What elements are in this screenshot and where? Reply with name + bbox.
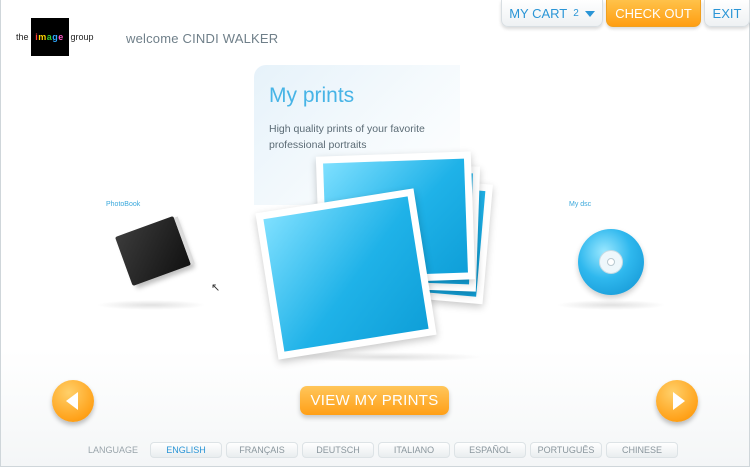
- my-disc-label[interactable]: My dsc: [569, 201, 591, 208]
- print-photo: [255, 188, 437, 360]
- language-option-english[interactable]: ENGLISH: [150, 442, 222, 458]
- cart-count: 2: [573, 7, 579, 19]
- view-my-prints-button[interactable]: VIEW MY PRINTS: [300, 386, 449, 415]
- language-option-deutsch[interactable]: DEUTSCH: [302, 442, 374, 458]
- my-cart-button[interactable]: MY CART 2: [501, 0, 603, 27]
- disc-shadow: [556, 300, 666, 310]
- photobook-shadow: [96, 300, 206, 310]
- logo-letter: m: [38, 32, 47, 42]
- language-option-espanol[interactable]: ESPAÑOL: [454, 442, 526, 458]
- disc-icon[interactable]: [578, 229, 644, 295]
- disc-hole: [607, 258, 615, 266]
- arrow-left-icon: [65, 392, 78, 410]
- checkout-button[interactable]: CHECK OUT: [606, 0, 701, 27]
- language-option-italiano[interactable]: ITALIANO: [378, 442, 450, 458]
- language-option-portugues[interactable]: PORTUGUÊS: [530, 442, 602, 458]
- hero-title: My prints: [269, 84, 355, 107]
- language-label: LANGUAGE: [88, 445, 139, 455]
- next-button[interactable]: [656, 380, 698, 422]
- chevron-down-icon[interactable]: [584, 11, 595, 17]
- cart-label: MY CART: [509, 5, 568, 21]
- top-bar: MY CART 2 CHECK OUT EXIT: [501, 0, 750, 27]
- prints-illustration[interactable]: [255, 148, 503, 363]
- logo-pre: the: [16, 32, 29, 42]
- language-option-francais[interactable]: FRANÇAIS: [226, 442, 298, 458]
- logo-mark: image: [30, 18, 69, 56]
- language-bar: LANGUAGE ENGLISH FRANÇAIS DEUTSCH ITALIA…: [88, 442, 682, 458]
- arrow-right-icon: [672, 392, 685, 410]
- brand-logo: the image group: [16, 18, 94, 56]
- exit-button[interactable]: EXIT: [704, 0, 750, 27]
- photobook-label[interactable]: PhotoBook: [106, 201, 140, 208]
- mouse-cursor-icon: ↖: [211, 282, 221, 294]
- previous-button[interactable]: [52, 380, 94, 422]
- welcome-message: welcome CINDI WALKER: [126, 31, 279, 46]
- logo-post: group: [70, 32, 94, 42]
- logo-letter: e: [58, 32, 64, 42]
- language-option-chinese[interactable]: CHINESE: [606, 442, 678, 458]
